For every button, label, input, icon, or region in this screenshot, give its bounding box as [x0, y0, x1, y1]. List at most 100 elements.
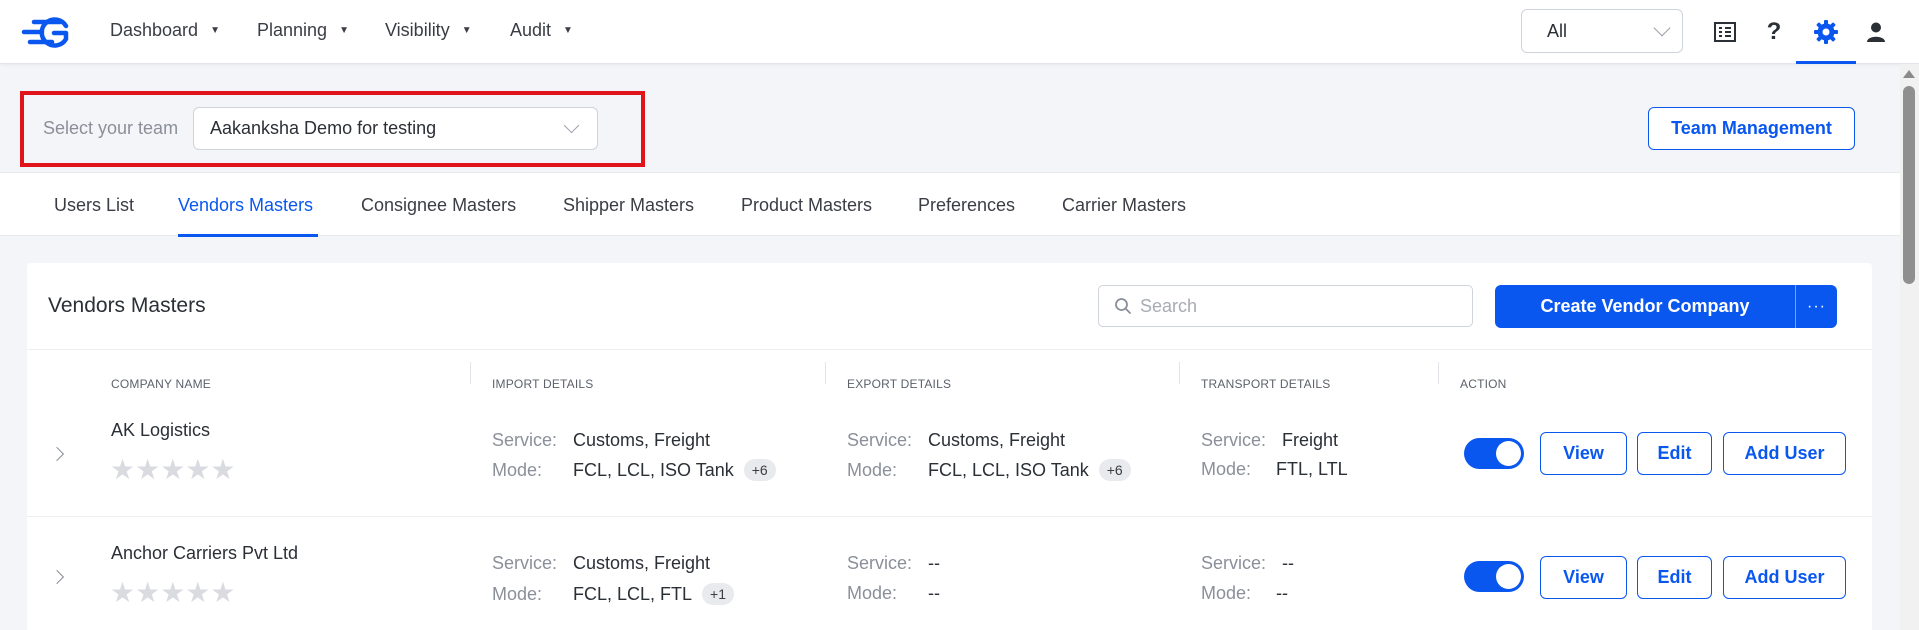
tab-vendors-masters[interactable]: Vendors Masters	[178, 195, 313, 216]
column-header-import: IMPORT DETAILS	[492, 377, 594, 391]
import-service-value: Customs, Freight	[573, 553, 711, 573]
nav-dashboard[interactable]: Dashboard ▼	[110, 20, 220, 41]
master-tabs: Users List Vendors Masters Consignee Mas…	[0, 172, 1900, 237]
team-select-value: Aakanksha Demo for testing	[210, 118, 437, 138]
scope-select-value: All	[1547, 20, 1568, 41]
column-header-export: EXPORT DETAILS	[847, 377, 952, 391]
nav-audit[interactable]: Audit ▼	[510, 20, 573, 41]
company-name: Anchor Carriers Pvt Ltd	[111, 543, 299, 563]
nav-visibility[interactable]: Visibility ▼	[385, 20, 472, 41]
caret-down-icon: ▼	[563, 25, 573, 36]
import-mode-value: FCL, LCL, FTL	[573, 583, 693, 604]
tab-shipper-masters[interactable]: Shipper Masters	[563, 195, 694, 216]
rating-stars[interactable]: ★★★★★	[110, 456, 236, 484]
field-label: Service:	[847, 430, 913, 450]
tab-users-list[interactable]: Users List	[54, 195, 134, 216]
column-separator	[470, 362, 471, 384]
transport-service: Service: --	[1201, 553, 1294, 574]
column-header-action: ACTION	[1460, 377, 1507, 391]
search-box[interactable]	[1098, 285, 1473, 327]
chevron-down-icon	[563, 117, 580, 134]
import-mode: Mode: FCL, LCL, ISO Tank +6	[492, 459, 776, 481]
caret-down-icon: ▼	[461, 25, 472, 36]
company-name: AK Logistics	[111, 420, 211, 440]
scroll-up-arrow-icon[interactable]	[1903, 70, 1915, 78]
nav-dashboard-label: Dashboard	[110, 20, 199, 40]
field-label: Service:	[492, 430, 558, 450]
import-service: Service: Customs, Freight	[492, 430, 710, 451]
toggle-knob	[1496, 564, 1521, 589]
active-toggle[interactable]	[1464, 438, 1524, 469]
export-mode: Mode: FCL, LCL, ISO Tank +6	[847, 459, 1131, 481]
transport-service-value: --	[1282, 553, 1294, 573]
top-navbar: Dashboard ▼ Planning ▼ Visibility ▼ Audi…	[0, 0, 1919, 64]
tab-product-masters[interactable]: Product Masters	[741, 195, 872, 216]
transport-mode: Mode: --	[1201, 583, 1288, 604]
app-logo[interactable]	[20, 16, 72, 48]
document-list-icon[interactable]	[1711, 18, 1739, 46]
more-badge[interactable]: +6	[1098, 459, 1131, 481]
export-service-value: --	[928, 553, 940, 573]
add-user-button[interactable]: Add User	[1723, 432, 1846, 475]
export-service: Service: --	[847, 553, 940, 574]
row-divider	[27, 516, 1872, 517]
active-settings-indicator	[1796, 61, 1856, 64]
active-toggle[interactable]	[1464, 561, 1524, 592]
more-badge[interactable]: +6	[743, 459, 776, 481]
field-label: Mode:	[492, 459, 543, 480]
field-label: Service:	[1201, 553, 1267, 573]
column-separator	[1438, 362, 1439, 384]
column-separator	[1179, 362, 1180, 384]
tab-consignee-masters[interactable]: Consignee Masters	[361, 195, 516, 216]
user-icon[interactable]	[1862, 18, 1890, 46]
field-label: Mode:	[1201, 459, 1252, 479]
card-header-divider	[27, 349, 1872, 350]
view-button[interactable]: View	[1540, 556, 1627, 599]
chevron-down-icon	[1653, 19, 1671, 37]
nav-planning-label: Planning	[257, 20, 328, 40]
tab-carrier-masters[interactable]: Carrier Masters	[1062, 195, 1186, 216]
import-service: Service: Customs, Freight	[492, 553, 710, 574]
field-label: Mode:	[1201, 583, 1252, 603]
create-vendor-split-button: Create Vendor Company ···	[1495, 285, 1837, 328]
more-options-icon[interactable]: ···	[1796, 298, 1837, 316]
create-vendor-button[interactable]: Create Vendor Company	[1495, 296, 1795, 317]
export-service: Service: Customs, Freight	[847, 430, 1065, 451]
tab-preferences[interactable]: Preferences	[918, 195, 1015, 216]
field-label: Mode:	[847, 459, 898, 480]
help-icon[interactable]: ?	[1760, 18, 1788, 46]
nav-visibility-label: Visibility	[385, 20, 450, 40]
column-header-company: COMPANY NAME	[111, 377, 211, 391]
column-separator	[825, 362, 826, 384]
import-mode-value: FCL, LCL, ISO Tank	[573, 459, 734, 480]
search-icon	[1115, 298, 1131, 314]
gear-icon[interactable]	[1812, 18, 1840, 46]
team-select[interactable]: Aakanksha Demo for testing	[193, 107, 598, 150]
nav-planning[interactable]: Planning ▼	[257, 20, 349, 41]
field-label: Service:	[1201, 430, 1267, 450]
toggle-knob	[1496, 441, 1521, 466]
transport-service: Service: Freight	[1201, 430, 1338, 451]
caret-down-icon: ▼	[339, 25, 349, 36]
export-mode-value: FCL, LCL, ISO Tank	[928, 459, 1089, 480]
page-title: Vendors Masters	[48, 294, 206, 317]
edit-button[interactable]: Edit	[1637, 432, 1712, 475]
field-label: Service:	[492, 553, 558, 573]
transport-mode-value: FTL, LTL	[1276, 459, 1348, 479]
export-mode: Mode: --	[847, 583, 940, 604]
team-management-button[interactable]: Team Management	[1648, 107, 1855, 150]
import-service-value: Customs, Freight	[573, 430, 711, 450]
search-input[interactable]	[1140, 295, 1460, 317]
add-user-button[interactable]: Add User	[1723, 556, 1846, 599]
field-label: Mode:	[492, 583, 543, 604]
rating-stars[interactable]: ★★★★★	[110, 579, 236, 607]
caret-down-icon: ▼	[210, 25, 220, 36]
edit-button[interactable]: Edit	[1637, 556, 1712, 599]
scrollbar-thumb[interactable]	[1903, 86, 1915, 284]
transport-mode: Mode: FTL, LTL	[1201, 459, 1348, 480]
view-button[interactable]: View	[1540, 432, 1627, 475]
field-label: Mode:	[847, 583, 898, 603]
scope-select[interactable]: All	[1521, 9, 1683, 53]
export-mode-value: --	[928, 583, 940, 603]
more-badge[interactable]: +1	[702, 583, 734, 605]
